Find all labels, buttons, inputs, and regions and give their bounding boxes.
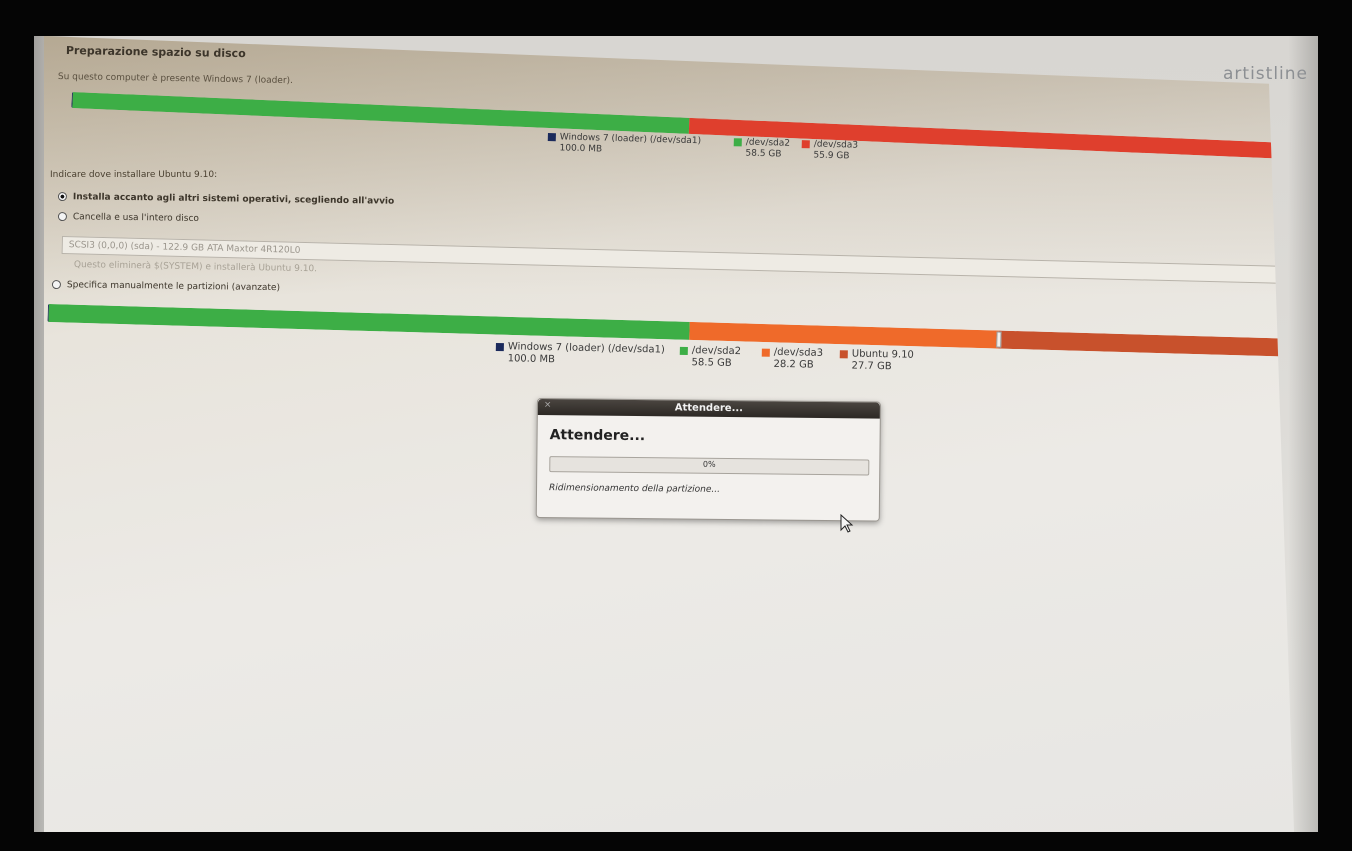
partition-legend-item: /dev/sda2 58.5 GB: [733, 137, 790, 159]
dialog-title: Attendere...: [674, 402, 744, 415]
partition-segment: [72, 92, 690, 134]
legend-partition-name: /dev/sda3: [813, 139, 859, 151]
option-erase-disk[interactable]: Cancella e usa l'intero disco: [57, 212, 200, 224]
legend-swatch: [733, 138, 742, 147]
legend-swatch: [547, 132, 556, 142]
progress-bar: 0%: [549, 456, 870, 476]
option-manual-partitioning[interactable]: Specifica manualmente le partizioni (ava…: [51, 280, 281, 294]
photo-frame: artistline Preparazione spazio su disco …: [0, 0, 1352, 851]
legend-partition-name: Ubuntu 9.10: [851, 348, 914, 361]
legend-swatch: [495, 342, 504, 351]
partition-legend-item: /dev/sda3 55.9 GB: [801, 139, 858, 161]
legend-swatch: [679, 346, 688, 355]
disk-select-dropdown[interactable]: SCSI3 (0,0,0) (sda) - 122.9 GB ATA Maxto…: [61, 236, 1290, 284]
monitor-brand-logo: artistline: [1223, 64, 1308, 84]
partition-legend-item: Ubuntu 9.10 27.7 GB: [839, 348, 914, 372]
legend-partition-name: /dev/sda2: [745, 137, 791, 149]
legend-swatch: [761, 348, 770, 357]
page-title: Preparazione spazio su disco: [65, 44, 246, 61]
radio-selected-icon[interactable]: [57, 192, 67, 202]
intro-text: Su questo computer è presente Windows 7 …: [57, 72, 294, 87]
option-label: Cancella e usa l'intero disco: [72, 212, 200, 224]
partition-legend-item: Windows 7 (loader) (/dev/sda1) 100.0 MB: [547, 132, 701, 157]
legend-partition-name: /dev/sda3: [773, 346, 824, 359]
legend-partition-size: 58.5 GB: [691, 356, 732, 369]
legend-swatch: [839, 349, 848, 358]
partition-legend-item: /dev/sda2 58.5 GB: [679, 345, 741, 369]
option-label: Installa accanto agli altri sistemi oper…: [72, 192, 395, 207]
dialog-titlebar[interactable]: × Attendere...: [537, 399, 880, 419]
partition-segment: [48, 304, 690, 340]
legend-partition-name: /dev/sda2: [691, 345, 742, 358]
option-label: Specifica manualmente le partizioni (ava…: [66, 280, 281, 294]
erase-warning-text: Questo eliminerà $(SYSTEM) e installerà …: [73, 260, 318, 275]
mouse-pointer-icon: [840, 514, 854, 533]
progress-percent: 0%: [702, 459, 716, 469]
installer-screen: Preparazione spazio su disco Su questo c…: [44, 36, 1294, 832]
legend-partition-size: 55.9 GB: [813, 149, 850, 161]
legend-partition-size: 28.2 GB: [773, 358, 814, 371]
radio-icon[interactable]: [57, 212, 67, 222]
partition-resize-handle[interactable]: [996, 331, 1002, 348]
install-location-question: Indicare dove installare Ubuntu 9.10:: [50, 170, 218, 180]
partition-segment: [998, 330, 1294, 358]
dialog-status-text: Ridimensionamento della partizione...: [549, 483, 721, 495]
legend-partition-size: 27.7 GB: [851, 359, 892, 372]
legend-swatch: [801, 140, 810, 149]
legend-partition-size: 58.5 GB: [745, 148, 782, 160]
option-install-alongside[interactable]: Installa accanto agli altri sistemi oper…: [57, 192, 395, 207]
radio-icon[interactable]: [51, 280, 61, 290]
partition-bar-new[interactable]: [47, 304, 1294, 358]
partition-segment: [689, 321, 999, 349]
dialog-heading: Attendere...: [549, 427, 646, 445]
partition-legend-item: /dev/sda3 28.2 GB: [761, 347, 823, 371]
progress-dialog: × Attendere... Attendere... 0% Ridimensi…: [535, 398, 881, 522]
partition-legend-item: Windows 7 (loader) (/dev/sda1) 100.0 MB: [495, 341, 665, 367]
